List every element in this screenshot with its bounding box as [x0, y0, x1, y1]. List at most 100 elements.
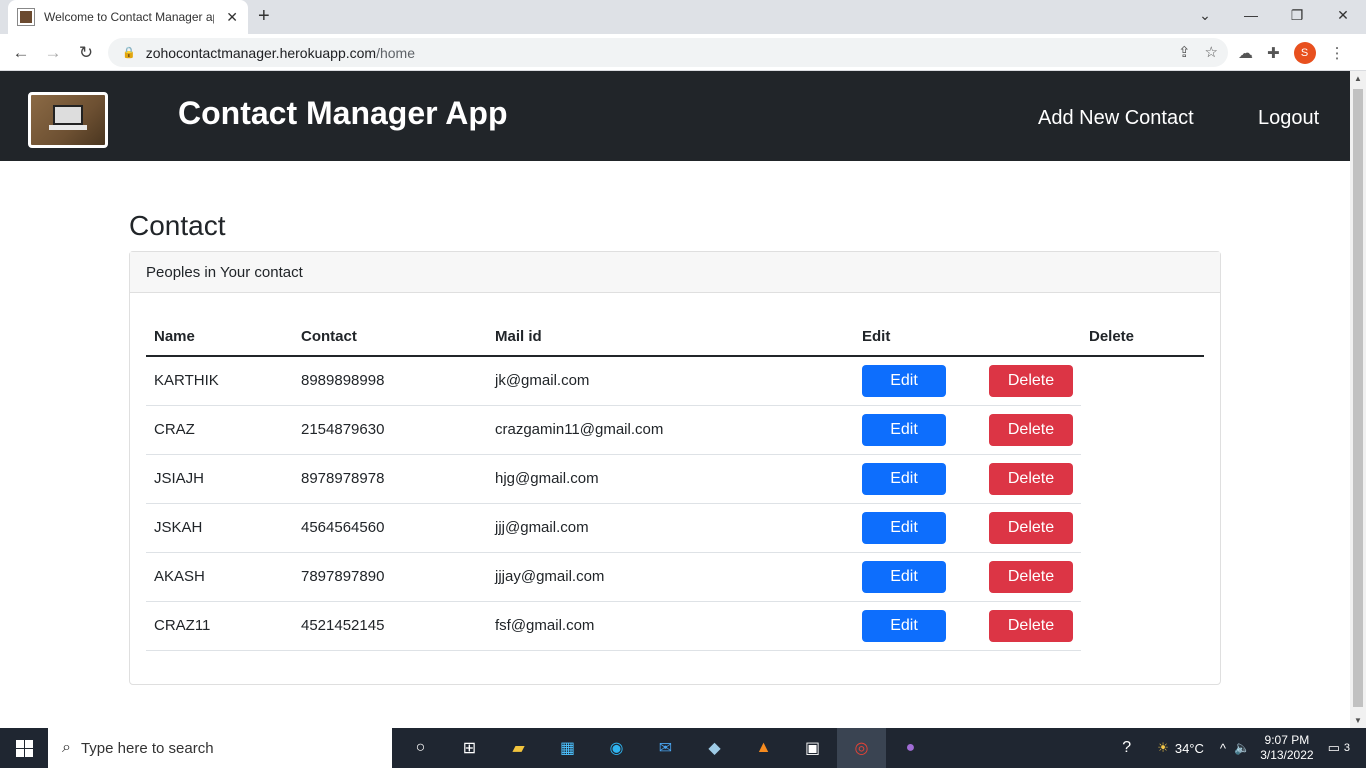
volume-icon[interactable]: 🔈: [1234, 740, 1250, 756]
browser-tabstrip: Welcome to Contact Manager ap ✕ + ⌄ — ❐ …: [0, 0, 1366, 34]
delete-button[interactable]: Delete: [989, 560, 1073, 593]
card-header: Peoples in Your contact: [130, 252, 1220, 293]
search-icon: ⌕: [62, 739, 71, 756]
file-explorer-icon[interactable]: ▰: [494, 728, 543, 768]
cell-edit: Edit: [854, 356, 981, 406]
header-name: Name: [146, 317, 293, 357]
cell-name: KARTHIK: [146, 356, 293, 406]
windows-start-icon[interactable]: [0, 728, 48, 768]
cell-name: JSKAH: [146, 503, 293, 553]
back-icon[interactable]: ←: [8, 40, 34, 66]
edge-icon[interactable]: ◉: [592, 728, 641, 768]
edit-button[interactable]: Edit: [862, 609, 946, 642]
page-scrollbar[interactable]: ▲ ▼: [1350, 71, 1366, 728]
task-view-icon[interactable]: ⊞: [445, 728, 494, 768]
contacts-table: Name Contact Mail id Edit Delete KARTHIK…: [146, 317, 1204, 651]
restore-icon[interactable]: ❐: [1274, 0, 1320, 30]
cell-delete: Delete: [981, 552, 1081, 602]
weather-icon[interactable]: ☀: [1157, 740, 1169, 756]
cell-name: CRAZ: [146, 405, 293, 455]
extension-cloud-icon[interactable]: ☁: [1238, 44, 1253, 62]
browser-tab[interactable]: Welcome to Contact Manager ap ✕: [8, 0, 248, 34]
new-tab-icon[interactable]: +: [258, 5, 270, 28]
tab-title: Welcome to Contact Manager ap: [44, 10, 214, 24]
reload-icon[interactable]: ↻: [73, 40, 99, 66]
close-tab-icon[interactable]: ✕: [226, 9, 238, 26]
cell-contact: 8978978978: [293, 454, 487, 504]
cell-edit: Edit: [854, 405, 981, 455]
tray-chevron-icon[interactable]: ^: [1220, 741, 1226, 756]
search-placeholder: Type here to search: [80, 739, 214, 757]
clock[interactable]: 9:07 PM 3/13/2022: [1260, 733, 1313, 763]
cell-delete: Delete: [981, 356, 1081, 406]
epic-games-icon[interactable]: ▣: [788, 728, 837, 768]
delete-button[interactable]: Delete: [989, 413, 1073, 446]
laptop-image-icon: [53, 105, 83, 125]
taskbar-apps: ○ ⊞ ▰ ▦ ◉ ✉ ◆ ▲ ▣ ◎ ●: [396, 728, 935, 768]
cell-edit: Edit: [854, 601, 981, 651]
chrome-icon[interactable]: ◎: [837, 728, 886, 768]
delete-button[interactable]: Delete: [989, 511, 1073, 544]
edit-button[interactable]: Edit: [862, 364, 946, 397]
header-delete: Delete: [1081, 317, 1204, 357]
app-icon[interactable]: ◆: [690, 728, 739, 768]
delete-button[interactable]: Delete: [989, 609, 1073, 642]
table-row: CRAZ 2154879630 crazgamin11@gmail.com Ed…: [146, 405, 1204, 455]
taskbar: ⌕ Type here to search ○ ⊞ ▰ ▦ ◉ ✉ ◆ ▲ ▣ …: [0, 728, 1366, 768]
cell-mail: hjg@gmail.com: [487, 454, 854, 504]
app-navbar: Contact Manager App Add New Contact Logo…: [0, 71, 1350, 161]
logout-link[interactable]: Logout: [1258, 107, 1319, 130]
mail-icon[interactable]: ✉: [641, 728, 690, 768]
extensions-puzzle-icon[interactable]: ✚: [1267, 44, 1280, 62]
notification-count: 3: [1343, 742, 1350, 754]
minimize-icon[interactable]: —: [1228, 0, 1274, 30]
header-mail: Mail id: [487, 317, 854, 357]
address-bar[interactable]: 🔒 zohocontactmanager.herokuapp.com/home …: [108, 38, 1228, 67]
header-edit: Edit: [854, 317, 981, 357]
cell-contact: 4564564560: [293, 503, 487, 553]
table-header-row: Name Contact Mail id Edit Delete: [146, 317, 1204, 357]
lock-icon: 🔒: [122, 47, 136, 59]
help-icon[interactable]: ?: [1122, 739, 1131, 757]
add-contact-link[interactable]: Add New Contact: [1038, 107, 1194, 130]
close-window-icon[interactable]: ✕: [1320, 0, 1366, 30]
edit-button[interactable]: Edit: [862, 560, 946, 593]
app-title[interactable]: Contact Manager App: [178, 95, 508, 132]
brand-logo[interactable]: [28, 92, 108, 148]
scroll-thumb[interactable]: [1353, 89, 1363, 707]
cell-empty: [1081, 552, 1204, 601]
edit-button[interactable]: Edit: [862, 511, 946, 544]
cell-edit: Edit: [854, 454, 981, 504]
header-spacer: [981, 317, 1081, 357]
github-icon[interactable]: ●: [886, 728, 935, 768]
delete-button[interactable]: Delete: [989, 364, 1073, 397]
cell-delete: Delete: [981, 454, 1081, 504]
browser-toolbar: ← → ↻ 🔒 zohocontactmanager.herokuapp.com…: [0, 34, 1366, 71]
cell-empty: [1081, 601, 1204, 650]
cell-delete: Delete: [981, 503, 1081, 553]
delete-button[interactable]: Delete: [989, 462, 1073, 495]
taskbar-search[interactable]: ⌕ Type here to search: [48, 728, 392, 768]
forward-icon[interactable]: →: [40, 40, 66, 66]
profile-avatar[interactable]: S: [1293, 42, 1316, 64]
cell-empty: [1081, 503, 1204, 552]
weather-temp[interactable]: 34°C: [1175, 741, 1204, 756]
cortana-icon[interactable]: ○: [396, 728, 445, 768]
cell-mail: jk@gmail.com: [487, 356, 854, 406]
extension-area: ☁ ✚ S ⋮: [1238, 42, 1345, 64]
vlc-icon[interactable]: ▲: [739, 728, 788, 768]
cell-name: JSIAJH: [146, 454, 293, 504]
tab-search-icon[interactable]: ⌄: [1182, 0, 1228, 30]
browser-menu-icon[interactable]: ⋮: [1330, 44, 1345, 62]
share-icon[interactable]: ⇪: [1178, 43, 1191, 61]
cell-contact: 2154879630: [293, 405, 487, 455]
edit-button[interactable]: Edit: [862, 413, 946, 446]
store-icon[interactable]: ▦: [543, 728, 592, 768]
scroll-down-icon[interactable]: ▼: [1354, 716, 1362, 725]
scroll-up-icon[interactable]: ▲: [1354, 74, 1362, 83]
notifications-icon[interactable]: ▭: [1328, 740, 1340, 756]
bookmark-star-icon[interactable]: ☆: [1205, 43, 1218, 61]
table-row: CRAZ11 4521452145 fsf@gmail.com Edit Del…: [146, 601, 1204, 651]
cell-mail: fsf@gmail.com: [487, 601, 854, 651]
edit-button[interactable]: Edit: [862, 462, 946, 495]
